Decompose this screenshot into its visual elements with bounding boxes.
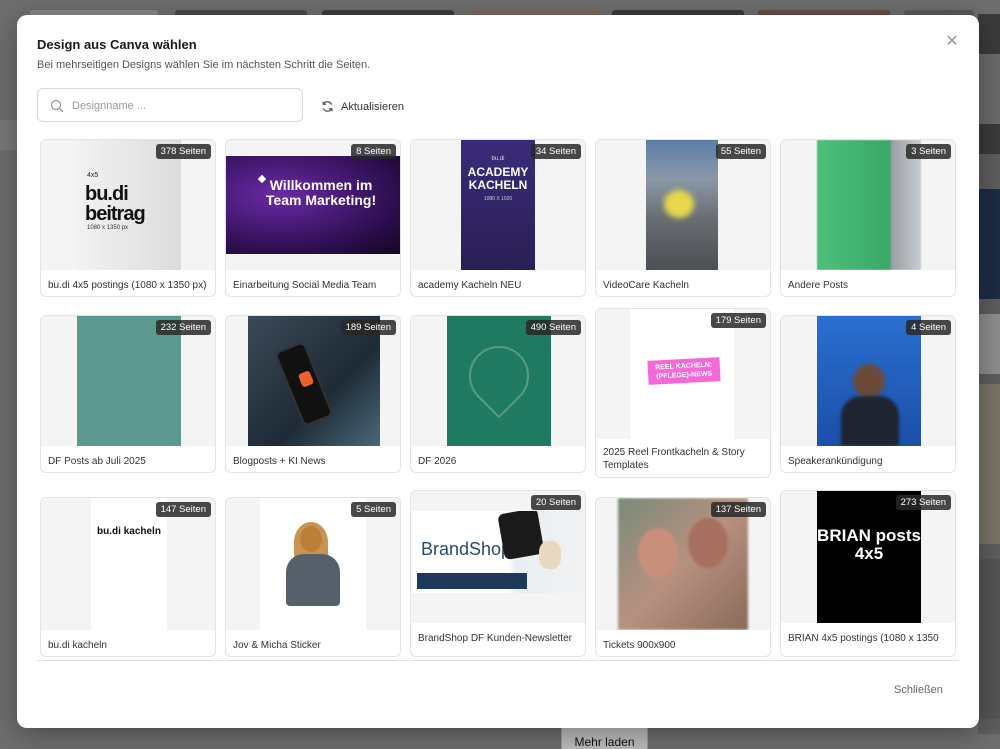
thumb-text: Willkommen im Team Marketing!: [265, 177, 377, 208]
design-grid: 4x5 bu.di beitrag 1080 x 1350 px 378 Sei…: [37, 137, 959, 657]
canva-design-picker-dialog: Design aus Canva wählen Bei mehrseitigen…: [17, 15, 979, 728]
refresh-icon: [322, 101, 333, 112]
refresh-button[interactable]: Aktualisieren: [321, 100, 404, 113]
thumb-text: 1080 X 1920: [483, 196, 513, 202]
design-thumbnail: bu.di kacheln: [41, 498, 215, 630]
page-count-badge: 55 Seiten: [715, 144, 766, 159]
design-name: Jov & Micha Sticker: [233, 640, 321, 651]
design-thumbnail: [596, 498, 770, 630]
design-card[interactable]: bu.di kacheln 147 Seiten bu.di kacheln: [40, 497, 216, 657]
thumb-text: ACADEMY KACHELN: [467, 165, 529, 192]
thumb-text: BRIAN posts 4x5: [817, 526, 921, 563]
design-card[interactable]: 137 Seiten Tickets 900x900: [595, 497, 771, 657]
search-box: [37, 88, 303, 122]
design-card[interactable]: 3 Seiten Andere Posts: [780, 139, 956, 297]
page-count-badge: 189 Seiten: [340, 320, 396, 335]
design-thumbnail: BrandShop: [411, 491, 585, 623]
background-page-header: [0, 0, 1000, 18]
load-more-button[interactable]: Mehr laden: [561, 727, 648, 749]
design-card[interactable]: 5 Seiten Jov & Micha Sticker: [225, 497, 401, 657]
page-count-badge: 137 Seiten: [710, 502, 766, 517]
design-thumbnail: Willkommen im Team Marketing!: [226, 140, 400, 270]
design-name: Einarbeitung Social Media Team: [233, 280, 377, 291]
footer-divider: [37, 660, 959, 661]
design-name: Tickets 900x900: [603, 640, 676, 651]
thumb-text: bu.di kacheln: [97, 526, 161, 537]
page-count-badge: 378 Seiten: [155, 144, 211, 159]
page-count-badge: 232 Seiten: [155, 320, 211, 335]
design-thumbnail: BRIAN posts 4x5: [781, 491, 955, 623]
page-count-badge: 20 Seiten: [530, 495, 581, 510]
design-card[interactable]: REEL KACHELN: (PFLEGE)-NEWS 179 Seiten 2…: [595, 308, 771, 478]
page-count-badge: 34 Seiten: [530, 144, 581, 159]
design-name: 2025 Reel Frontkacheln & Story Templates: [603, 447, 745, 471]
design-thumbnail: [41, 316, 215, 446]
thumb-text: BrandShop: [421, 539, 512, 559]
design-card[interactable]: 4x5 bu.di beitrag 1080 x 1350 px 378 Sei…: [40, 139, 216, 297]
design-card[interactable]: BrandShop 20 Seiten BrandShop DF Kunden-…: [410, 490, 586, 657]
design-card[interactable]: 490 Seiten DF 2026: [410, 315, 586, 473]
design-name: Andere Posts: [788, 280, 849, 291]
design-thumbnail: [781, 140, 955, 270]
design-thumbnail: 4x5 bu.di beitrag 1080 x 1350 px: [41, 140, 215, 270]
dialog-title: Design aus Canva wählen: [37, 37, 197, 52]
background-right-column: [978, 14, 1000, 734]
design-card[interactable]: 189 Seiten Blogposts + KI News: [225, 315, 401, 473]
design-thumbnail: bu.di ACADEMY KACHELN 1080 X 1920: [411, 140, 585, 270]
page-count-badge: 5 Seiten: [351, 502, 396, 517]
thumb-text: 4x5: [87, 172, 99, 179]
page-count-badge: 8 Seiten: [351, 144, 396, 159]
design-name: academy Kacheln NEU: [418, 280, 522, 291]
search-input[interactable]: [72, 95, 292, 117]
thumb-text: bu.di beitrag: [85, 183, 146, 225]
design-card[interactable]: BRIAN posts 4x5 273 Seiten BRIAN 4x5 pos…: [780, 490, 956, 657]
design-card[interactable]: 232 Seiten DF Posts ab Juli 2025: [40, 315, 216, 473]
background-sidebar: [0, 120, 18, 150]
design-name: Blogposts + KI News: [233, 456, 326, 467]
design-thumbnail: [596, 140, 770, 270]
design-name: DF Posts ab Juli 2025: [48, 456, 146, 467]
design-card[interactable]: 4 Seiten Speakerankündigung: [780, 315, 956, 473]
thumb-text: 1080 x 1350 px: [87, 225, 129, 231]
page-count-badge: 179 Seiten: [710, 313, 766, 328]
design-name: BrandShop DF Kunden-Newsletter: [418, 633, 572, 644]
design-name: bu.di kacheln: [48, 640, 107, 651]
design-thumbnail: [411, 316, 585, 446]
design-name: VideoCare Kacheln: [603, 280, 689, 291]
page-count-badge: 273 Seiten: [895, 495, 951, 510]
design-card[interactable]: Willkommen im Team Marketing! 8 Seiten E…: [225, 139, 401, 297]
design-card[interactable]: 55 Seiten VideoCare Kacheln: [595, 139, 771, 297]
dialog-subtitle: Bei mehrseitigen Designs wählen Sie im n…: [37, 59, 371, 71]
search-icon: [50, 99, 64, 113]
refresh-label: Aktualisieren: [341, 100, 404, 113]
design-thumbnail: REEL KACHELN: (PFLEGE)-NEWS: [596, 309, 770, 439]
page-count-badge: 3 Seiten: [906, 144, 951, 159]
page-count-badge: 490 Seiten: [525, 320, 581, 335]
design-name: BRIAN 4x5 postings (1080 x 1350: [788, 633, 939, 644]
design-name: bu.di 4x5 postings (1080 x 1350 px): [48, 280, 207, 291]
design-name: DF 2026: [418, 456, 457, 467]
design-thumbnail: [226, 498, 400, 630]
design-card[interactable]: bu.di ACADEMY KACHELN 1080 X 1920 34 Sei…: [410, 139, 586, 297]
thumb-text: bu.di: [491, 156, 505, 162]
close-button[interactable]: Schließen: [894, 684, 943, 696]
page-count-badge: 4 Seiten: [906, 320, 951, 335]
page-count-badge: 147 Seiten: [155, 502, 211, 517]
close-icon[interactable]: ✕: [943, 33, 961, 51]
design-name: Speakerankündigung: [788, 456, 883, 467]
thumb-text: REEL KACHELN: (PFLEGE)-NEWS: [647, 357, 721, 385]
design-thumbnail: [226, 316, 400, 446]
design-thumbnail: [781, 316, 955, 446]
